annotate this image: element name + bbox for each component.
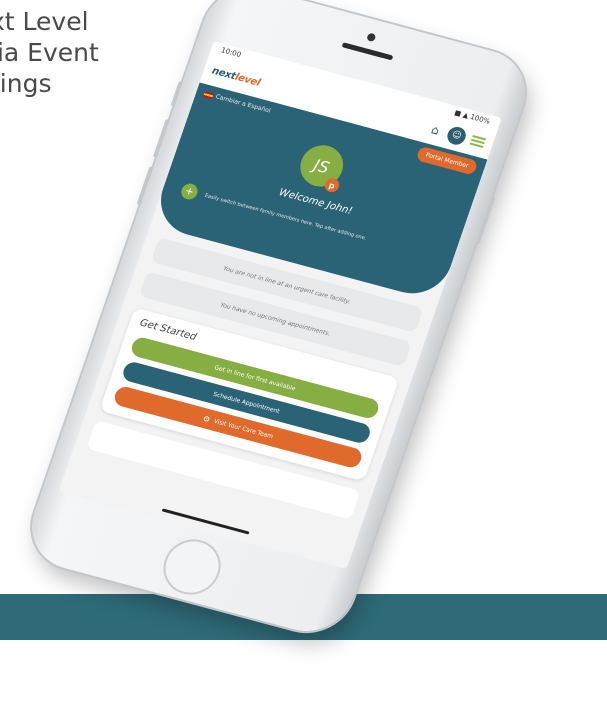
power-button [475,195,496,245]
logo-text-accent: level [233,71,262,89]
promo-line-3: tings [0,69,52,98]
mute-switch [170,81,183,107]
promo-line-2: lia Event [0,38,99,67]
home-indicator [161,508,250,535]
menu-icon[interactable] [469,134,487,149]
schedule-appointment-label: Schedule Appointment [212,390,281,415]
home-icon[interactable]: ⌂ [426,122,444,139]
promo-line-1: xt Level [0,7,89,36]
app-logo[interactable]: nextlevel [210,65,261,88]
care-team-icon: ⚙ [201,413,212,424]
camera-icon [366,32,377,43]
plus-icon: + [179,181,200,202]
chat-icon[interactable]: ☺ [444,124,469,147]
phone-screen: 10:00 ■ ▲ 100% nextlevel ⌂ ☺ Cambiar a E… [58,40,502,570]
avatar[interactable]: JS [294,140,349,192]
visit-care-team-label: Visit Your Care Team [212,417,275,440]
promo-text: xt Level lia Event tings [0,6,99,99]
volume-up-button [152,118,170,158]
home-button [155,533,229,601]
spain-flag-icon [203,90,214,99]
speaker-grille [341,42,394,61]
volume-down-button [136,166,154,206]
